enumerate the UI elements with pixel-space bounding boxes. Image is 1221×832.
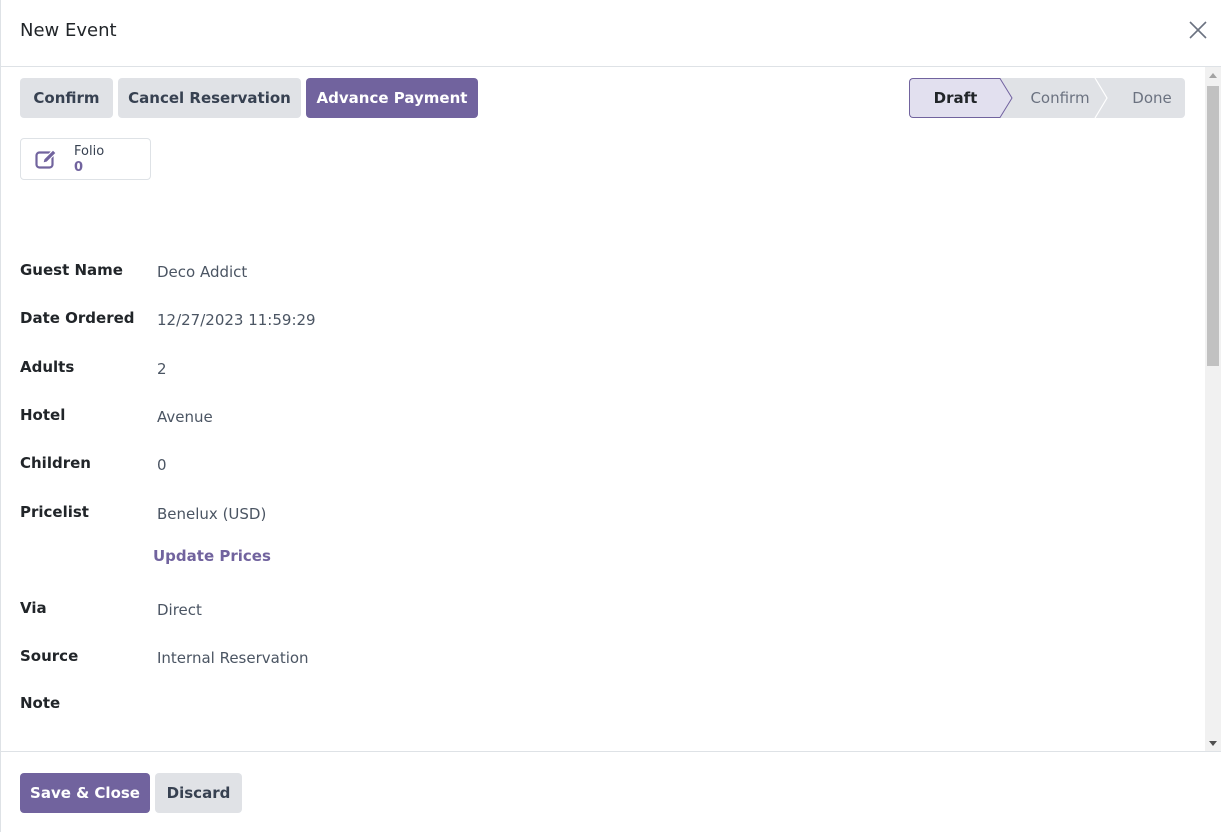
field-value[interactable]: Direct bbox=[157, 601, 202, 619]
dialog-body: Confirm Cancel Reservation Advance Payme… bbox=[1, 67, 1206, 751]
field-note: Note bbox=[20, 694, 620, 718]
field-value[interactable]: Avenue bbox=[157, 408, 213, 426]
field-label: Via bbox=[20, 599, 47, 617]
field-children: Children 0 bbox=[20, 454, 620, 478]
status-draft[interactable]: Draft bbox=[909, 78, 1001, 118]
close-icon bbox=[1189, 21, 1207, 39]
status-bar: Draft Confirm Done bbox=[909, 78, 1185, 118]
field-label: Hotel bbox=[20, 406, 66, 424]
arrow-up-icon bbox=[1209, 72, 1217, 78]
edit-icon bbox=[35, 149, 57, 169]
field-value[interactable]: Deco Addict bbox=[157, 263, 247, 281]
dialog-footer: Save & Close Discard bbox=[1, 751, 1221, 832]
field-via: Via Direct bbox=[20, 599, 620, 623]
field-source: Source Internal Reservation bbox=[20, 647, 620, 671]
dialog-header: New Event bbox=[1, 0, 1221, 67]
vertical-scrollbar[interactable] bbox=[1205, 67, 1221, 751]
new-event-dialog: New Event Confirm Cancel Reservation Adv… bbox=[0, 0, 1221, 832]
dialog-title: New Event bbox=[20, 20, 117, 41]
confirm-button[interactable]: Confirm bbox=[20, 78, 113, 118]
folio-count: 0 bbox=[74, 160, 84, 175]
field-label: Adults bbox=[20, 358, 75, 376]
arrow-down-icon bbox=[1209, 740, 1217, 746]
field-label: Date Ordered bbox=[20, 309, 135, 327]
cancel-reservation-button[interactable]: Cancel Reservation bbox=[118, 78, 301, 118]
field-hotel: Hotel Avenue bbox=[20, 406, 620, 430]
scroll-down-button[interactable] bbox=[1205, 735, 1221, 751]
field-date-ordered: Date Ordered 12/27/2023 11:59:29 bbox=[20, 309, 620, 333]
field-value[interactable]: 12/27/2023 11:59:29 bbox=[157, 311, 316, 329]
field-value[interactable]: Benelux (USD) bbox=[157, 505, 266, 523]
discard-button[interactable]: Discard bbox=[155, 773, 242, 813]
field-label: Children bbox=[20, 454, 91, 472]
status-confirm-label: Confirm bbox=[1030, 89, 1090, 107]
status-draft-label: Draft bbox=[933, 89, 978, 107]
field-value[interactable]: 0 bbox=[157, 456, 167, 474]
field-label: Guest Name bbox=[20, 261, 123, 279]
status-confirm[interactable]: Confirm bbox=[1001, 78, 1105, 118]
scroll-thumb[interactable] bbox=[1207, 86, 1219, 366]
close-button[interactable] bbox=[1186, 18, 1210, 42]
field-pricelist: Pricelist Benelux (USD) bbox=[20, 503, 620, 527]
field-label: Note bbox=[20, 694, 61, 712]
folio-smart-button[interactable]: Folio 0 bbox=[20, 138, 151, 180]
update-prices-button[interactable]: Update Prices bbox=[153, 547, 271, 565]
scroll-up-button[interactable] bbox=[1205, 67, 1221, 83]
status-done[interactable]: Done bbox=[1105, 78, 1185, 118]
field-guest-name: Guest Name Deco Addict bbox=[20, 261, 620, 285]
field-label: Pricelist bbox=[20, 503, 89, 521]
save-close-button[interactable]: Save & Close bbox=[20, 773, 150, 813]
field-value[interactable]: Internal Reservation bbox=[157, 649, 309, 667]
advance-payment-button[interactable]: Advance Payment bbox=[306, 78, 478, 118]
field-adults: Adults 2 bbox=[20, 358, 620, 382]
field-label: Source bbox=[20, 647, 79, 665]
field-value[interactable]: 2 bbox=[157, 360, 167, 378]
status-done-label: Done bbox=[1132, 89, 1172, 107]
folio-label: Folio bbox=[74, 144, 105, 159]
